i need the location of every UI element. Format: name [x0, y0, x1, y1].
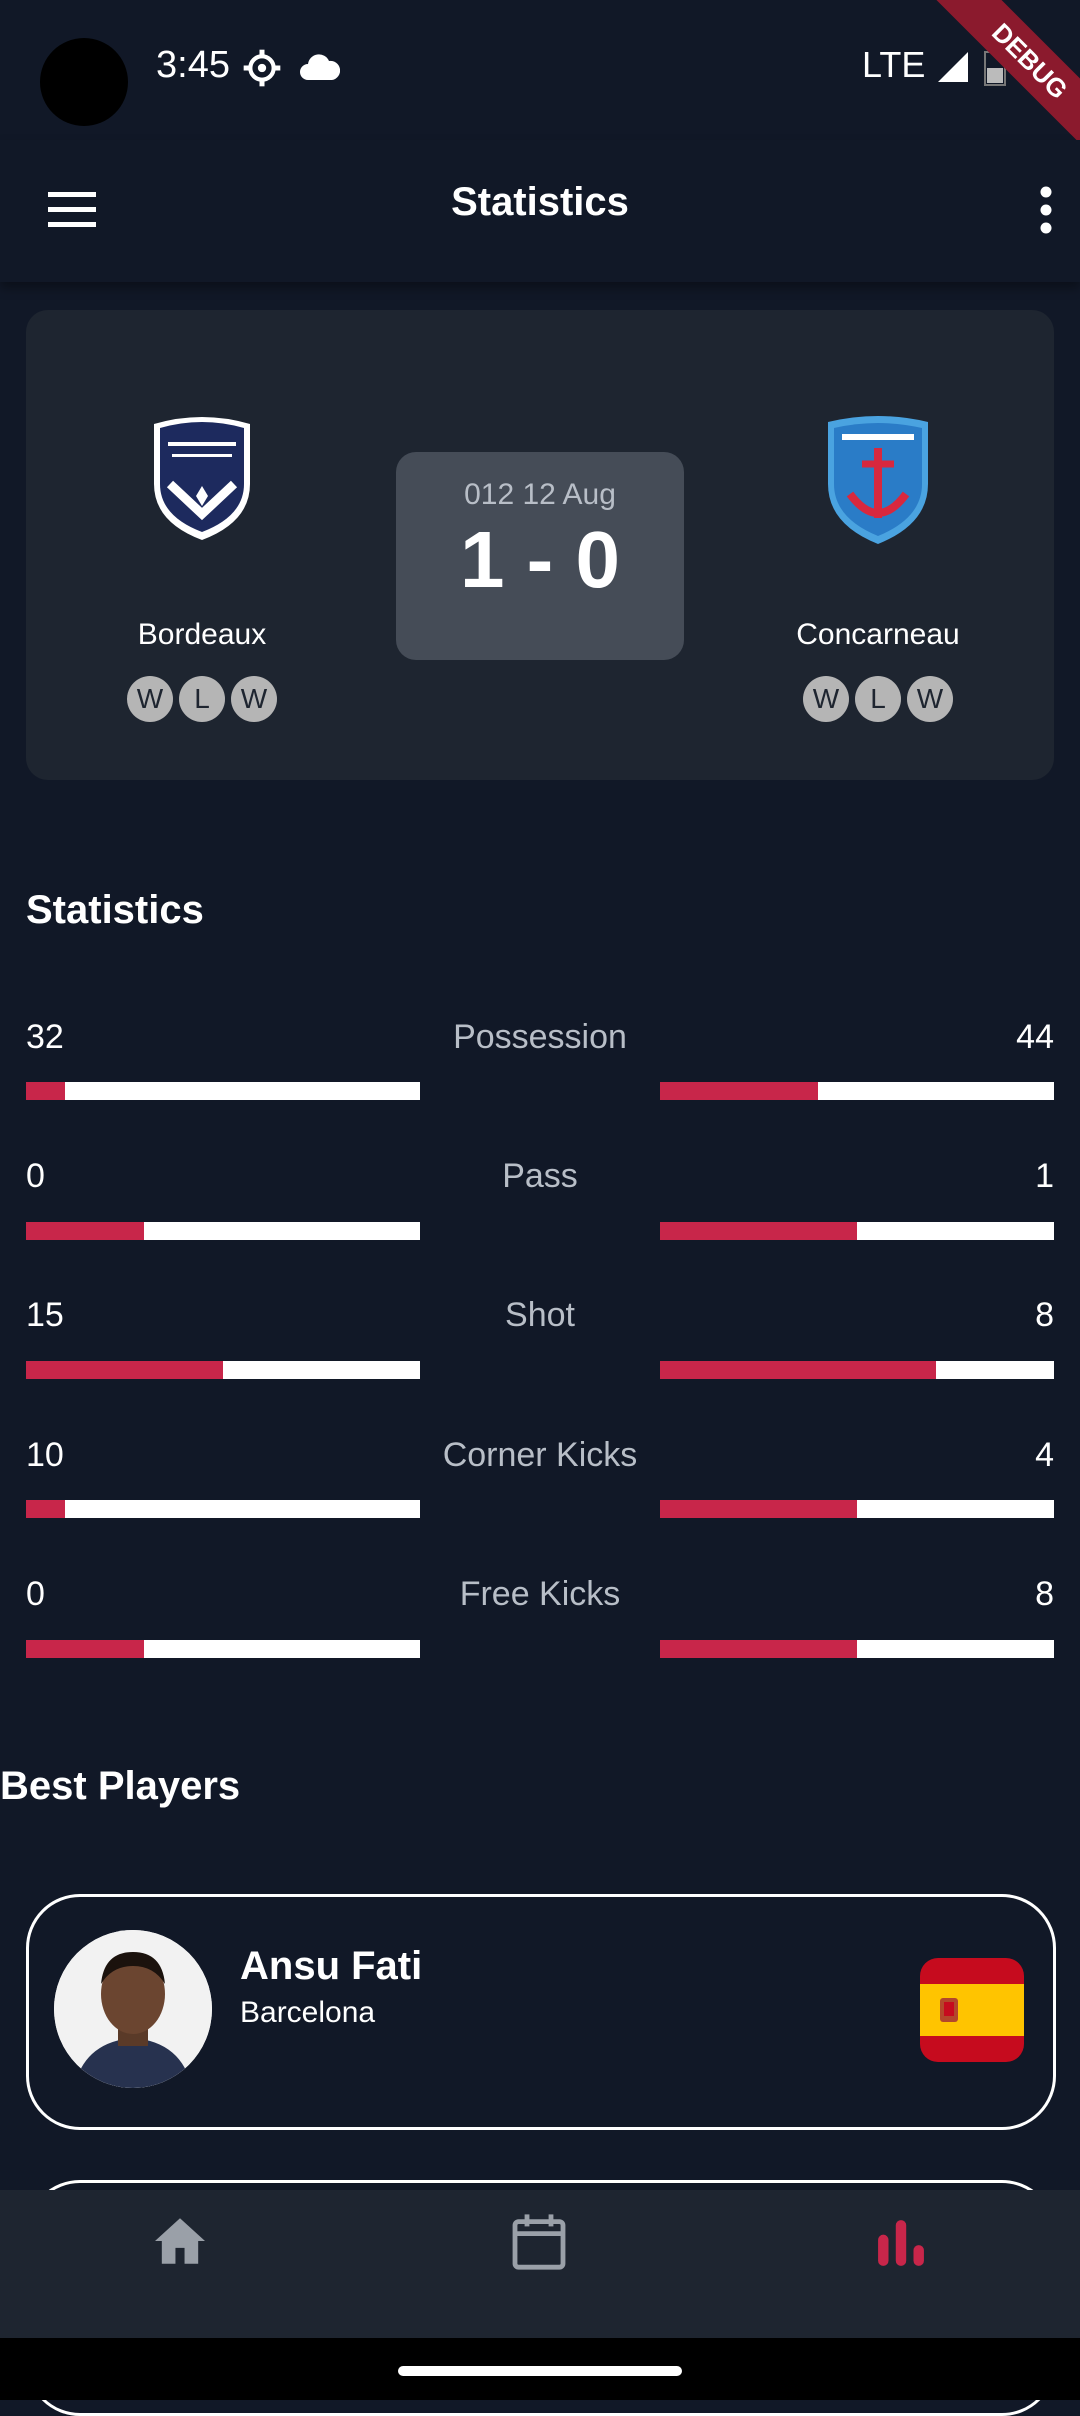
statistics-heading: Statistics: [26, 888, 204, 932]
home-stat-bar-fill: [26, 1640, 145, 1658]
home-stat-bar-fill: [26, 1361, 223, 1379]
stat-label: Possession: [453, 1018, 627, 1056]
form-badge: W: [803, 676, 849, 722]
away-team-name: Concarneau: [796, 618, 960, 651]
score-box: 012 12 Aug 1 - 0: [396, 452, 684, 660]
stat-label: Shot: [505, 1296, 575, 1334]
page-title: Statistics: [451, 180, 629, 224]
calendar-icon[interactable]: [510, 2212, 568, 2272]
form-badge: W: [127, 676, 173, 722]
spain-flag-icon: [920, 1958, 1024, 2062]
best-players-heading: Best Players: [0, 1764, 241, 1808]
camera-cutout: [40, 38, 128, 126]
away-stat-bar-fill: [660, 1361, 936, 1379]
player-photo-icon: [54, 1930, 212, 2088]
home-icon[interactable]: [152, 2216, 208, 2266]
away-stat-bar: [660, 1082, 1054, 1100]
away-stat-value: 8: [1035, 1296, 1054, 1334]
stat-label: Pass: [502, 1157, 578, 1195]
away-team-form: W L W: [728, 676, 1028, 722]
away-stat-bar: [660, 1222, 1054, 1240]
away-stat-bar: [660, 1500, 1054, 1518]
home-stat-bar: [26, 1222, 420, 1240]
home-stat-bar-fill: [26, 1082, 66, 1100]
more-options-icon[interactable]: [1038, 186, 1054, 234]
bordeaux-crest-icon: [154, 417, 250, 540]
home-stat-bar: [26, 1082, 420, 1100]
network-type: LTE: [862, 44, 926, 85]
home-team-name: Bordeaux: [137, 618, 267, 651]
player-club: Barcelona: [240, 1996, 376, 2029]
form-badge: W: [907, 676, 953, 722]
away-stat-value: 4: [1035, 1436, 1054, 1474]
away-stat-bar-fill: [660, 1082, 818, 1100]
home-stat-bar-fill: [26, 1222, 145, 1240]
stat-label: Corner Kicks: [442, 1436, 638, 1474]
signal-icon: [938, 52, 968, 82]
bar-chart-icon[interactable]: [876, 2218, 926, 2268]
away-stat-bar-fill: [660, 1500, 857, 1518]
away-stat-value: 44: [1016, 1018, 1054, 1056]
settings-gear-icon: [243, 49, 281, 87]
away-stat-bar: [660, 1640, 1054, 1658]
form-badge: L: [855, 676, 901, 722]
home-indicator[interactable]: [398, 2366, 682, 2376]
status-time: 3:45: [156, 44, 230, 86]
home-team-form: W L W: [52, 676, 352, 722]
match-score: 1 - 0: [459, 515, 621, 604]
stat-label: Free Kicks: [459, 1575, 621, 1613]
cloud-icon: [300, 54, 340, 80]
player-avatar: [54, 1930, 212, 2088]
away-stat-bar: [660, 1361, 1054, 1379]
player-name: Ansu Fati: [240, 1944, 423, 1988]
form-badge: W: [231, 676, 277, 722]
away-stat-bar-fill: [660, 1222, 857, 1240]
home-stat-bar: [26, 1361, 420, 1379]
home-stat-bar: [26, 1500, 420, 1518]
match-date: 012 12 Aug: [464, 478, 616, 511]
home-stat-bar: [26, 1640, 420, 1658]
form-badge: L: [179, 676, 225, 722]
concarneau-crest-icon: [828, 416, 928, 544]
away-stat-value: 1: [1035, 1157, 1054, 1195]
home-stat-bar-fill: [26, 1500, 66, 1518]
away-stat-bar-fill: [660, 1640, 857, 1658]
away-stat-value: 8: [1035, 1575, 1054, 1613]
